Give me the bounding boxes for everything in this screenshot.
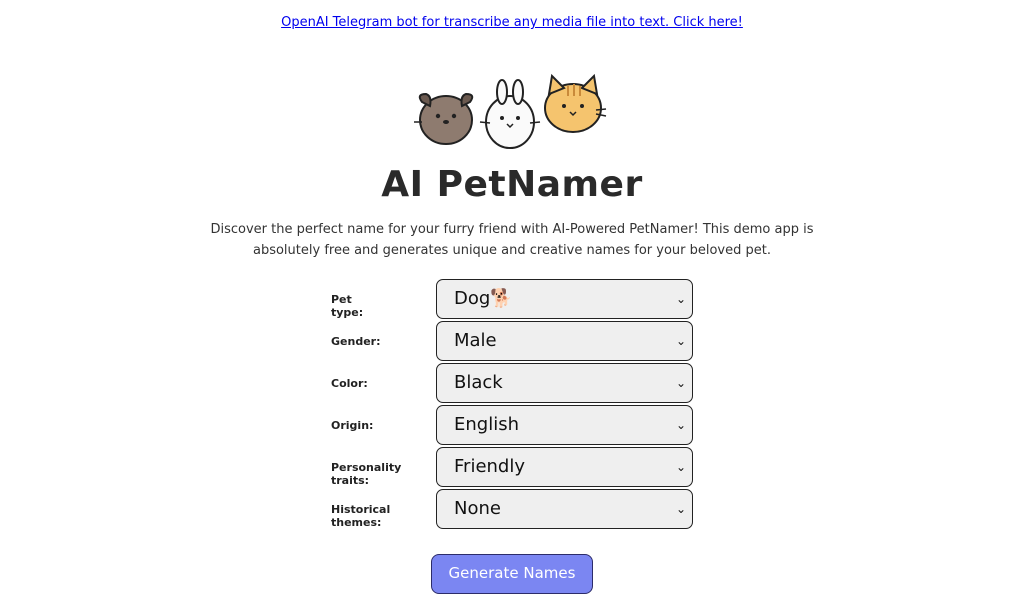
- chevron-down-icon: ⌄: [675, 418, 686, 432]
- generate-names-button[interactable]: Generate Names: [431, 554, 593, 594]
- color-value: Black: [454, 372, 503, 393]
- cat-mascot: [544, 73, 607, 133]
- chevron-down-icon: ⌄: [675, 292, 686, 306]
- pet-mascots-logo: [414, 73, 607, 149]
- color-label: Color:: [331, 377, 368, 390]
- pet-type-value: Dog🐕: [454, 288, 513, 309]
- pet-type-select[interactable]: Dog🐕 ⌄: [436, 279, 693, 319]
- pet-type-label: Pet type:: [331, 293, 364, 319]
- chevron-down-icon: ⌄: [675, 502, 686, 516]
- gender-select[interactable]: Male ⌄: [436, 321, 693, 361]
- personality-select[interactable]: Friendly ⌄: [436, 447, 693, 487]
- page-title: AI PetNamer: [381, 164, 643, 205]
- chevron-down-icon: ⌄: [675, 334, 686, 348]
- gender-value: Male: [454, 330, 497, 351]
- origin-value: English: [454, 414, 519, 435]
- personality-value: Friendly: [454, 456, 526, 477]
- personality-label: Personality traits:: [331, 461, 402, 487]
- promo-link[interactable]: OpenAI Telegram bot for transcribe any m…: [281, 15, 743, 30]
- origin-label: Origin:: [331, 419, 374, 432]
- origin-select[interactable]: English ⌄: [436, 405, 693, 445]
- promo-banner: OpenAI Telegram bot for transcribe any m…: [0, 15, 1024, 30]
- page-description: Discover the perfect name for your furry…: [210, 222, 814, 258]
- color-select[interactable]: Black ⌄: [436, 363, 693, 403]
- chevron-down-icon: ⌄: [675, 376, 686, 390]
- historical-select[interactable]: None ⌄: [436, 489, 693, 529]
- rabbit-mascot: [479, 79, 541, 149]
- historical-label: Historical themes:: [331, 503, 391, 529]
- gender-label: Gender:: [331, 335, 381, 348]
- dog-mascot: [414, 92, 474, 145]
- historical-value: None: [454, 498, 501, 519]
- chevron-down-icon: ⌄: [675, 460, 686, 474]
